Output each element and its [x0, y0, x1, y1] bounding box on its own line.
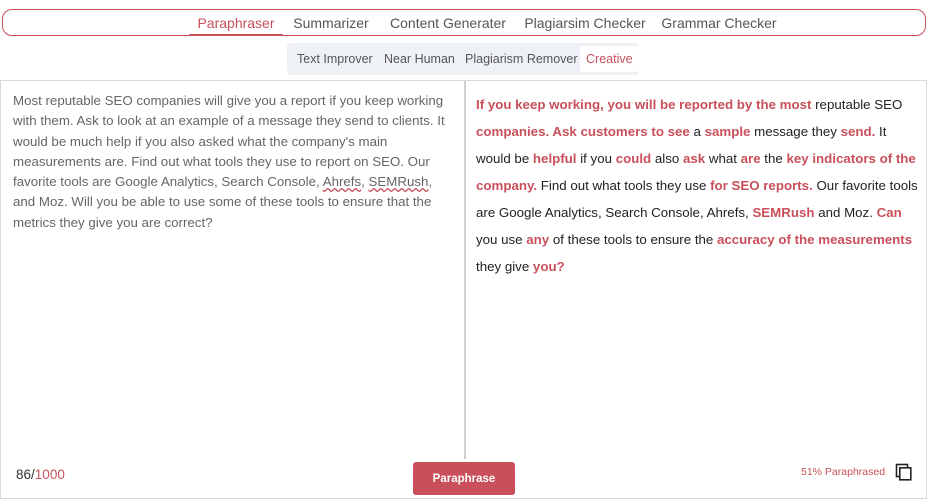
changed-phrase[interactable]: accuracy of the measurements — [717, 232, 912, 247]
changed-phrase[interactable]: SEMRush — [752, 205, 814, 220]
tab-grammar-checker[interactable]: Grammar Checker — [657, 10, 781, 37]
unchanged-phrase: reputable SEO — [811, 97, 903, 112]
editor-panels: Most reputable SEO companies will give y… — [0, 80, 927, 499]
changed-phrase[interactable]: If you keep working, you will be reporte… — [476, 97, 811, 112]
input-text-part: , — [361, 174, 369, 190]
unchanged-phrase: of these tools to ensure the — [549, 232, 717, 247]
tab-paraphraser[interactable]: Paraphraser — [189, 10, 283, 37]
paraphrase-button[interactable]: Paraphrase — [413, 462, 515, 495]
active-tab-underline — [189, 34, 283, 36]
changed-phrase[interactable]: Can — [877, 205, 902, 220]
tab-content-generater[interactable]: Content Generater — [383, 10, 513, 37]
mode-tabs: Text Improver Near Human Plagiarism Remo… — [287, 43, 639, 75]
mode-text-improver[interactable]: Text Improver — [297, 43, 373, 75]
unchanged-phrase: what — [705, 151, 741, 166]
changed-phrase[interactable]: could — [616, 151, 651, 166]
changed-phrase[interactable]: send. — [841, 124, 876, 139]
output-text: If you keep working, you will be reporte… — [476, 91, 918, 280]
character-counter: 86/1000 — [16, 467, 65, 482]
char-count: 86 — [16, 467, 32, 482]
unchanged-phrase: and Moz. — [814, 205, 877, 220]
changed-phrase[interactable]: are — [741, 151, 761, 166]
spell-flag-ahrefs[interactable]: Ahrefs — [323, 174, 361, 189]
changed-phrase[interactable]: for SEO reports. — [710, 178, 813, 193]
changed-phrase[interactable]: ask — [683, 151, 705, 166]
unchanged-phrase: a — [689, 124, 705, 139]
changed-phrase[interactable]: helpful — [533, 151, 577, 166]
unchanged-phrase: the — [760, 151, 787, 166]
mode-creative[interactable]: Creative — [580, 46, 639, 72]
tab-summarizer[interactable]: Summarizer — [287, 10, 375, 37]
unchanged-phrase: Find out what tools they use — [537, 178, 711, 193]
changed-phrase[interactable]: companies. Ask customers to see — [476, 124, 690, 139]
mode-near-human[interactable]: Near Human — [384, 43, 455, 75]
main-nav: Paraphraser Summarizer Content Generater… — [2, 9, 926, 36]
changed-phrase[interactable]: sample — [705, 124, 751, 139]
unchanged-phrase: you use — [476, 232, 527, 247]
changed-phrase[interactable]: any — [526, 232, 549, 247]
unchanged-phrase: if you — [576, 151, 616, 166]
panel-divider[interactable] — [464, 81, 466, 459]
copy-icon[interactable] — [894, 462, 914, 482]
changed-phrase[interactable]: you? — [533, 259, 565, 274]
tab-plagiarism-checker[interactable]: Plagiarsim Checker — [521, 10, 649, 37]
spell-flag-semrush[interactable]: SEMRush — [369, 174, 429, 189]
paraphrased-percent: 51% Paraphrased — [801, 466, 886, 478]
unchanged-phrase: they give — [476, 259, 533, 274]
char-max: 1000 — [34, 467, 65, 482]
input-textarea[interactable]: Most reputable SEO companies will give y… — [13, 91, 453, 233]
unchanged-phrase: message they — [750, 124, 841, 139]
mode-plagiarism-remover[interactable]: Plagiarism Remover — [465, 43, 578, 75]
unchanged-phrase: also — [651, 151, 683, 166]
